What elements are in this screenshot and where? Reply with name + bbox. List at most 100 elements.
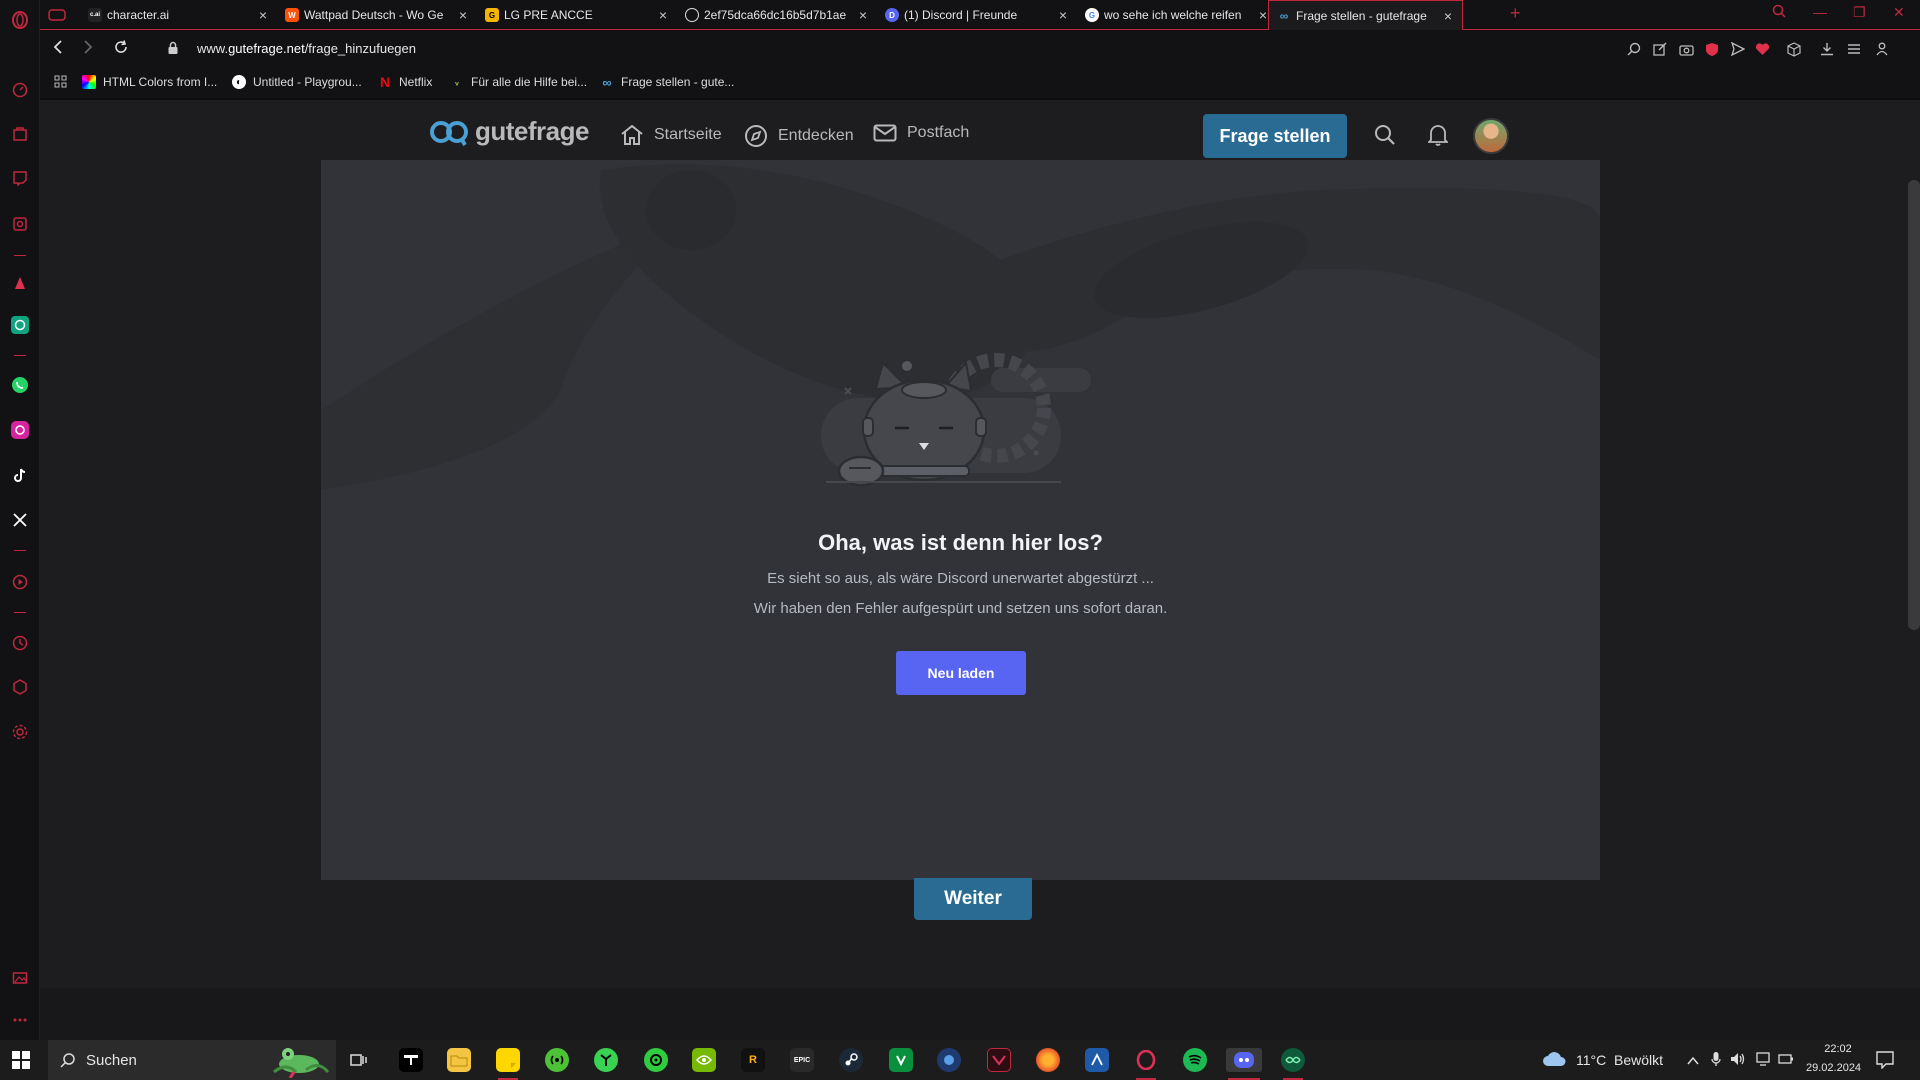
minimize-icon[interactable]: — — [1813, 4, 1827, 20]
cloud-weather-icon[interactable] — [1542, 1051, 1566, 1072]
tab-0[interactable]: c.ai character.ai × — [80, 0, 277, 30]
new-tab-button[interactable]: + — [1510, 3, 1521, 24]
history-icon[interactable] — [10, 633, 30, 653]
steam-icon[interactable] — [839, 1048, 863, 1072]
gx-corner-icon[interactable] — [10, 124, 30, 144]
windows-start-icon[interactable] — [12, 1051, 30, 1074]
close-window-icon[interactable]: ✕ — [1893, 4, 1905, 21]
bookmark-gutefrage[interactable]: ∞ Frage stellen - gute... — [600, 75, 734, 90]
volume-icon[interactable] — [1730, 1052, 1746, 1071]
workspace-icon[interactable] — [40, 0, 76, 30]
wallpaper-icon[interactable] — [10, 968, 30, 988]
nav-entdecken[interactable]: Entdecken — [744, 124, 854, 148]
whatsapp-icon[interactable] — [10, 375, 30, 395]
tab-4[interactable]: D (1) Discord | Freunde × — [877, 0, 1077, 30]
nav-postfach[interactable]: Postfach — [873, 124, 969, 142]
snapshot-icon[interactable] — [1678, 41, 1694, 57]
clock-time[interactable]: 22:02 — [1818, 1043, 1858, 1055]
tiktok-icon[interactable] — [10, 465, 30, 485]
tab-close-icon[interactable]: × — [1055, 7, 1071, 23]
gutefrage-logo[interactable]: gutefrage — [429, 116, 589, 147]
bookmarks-grid-icon[interactable] — [54, 75, 67, 88]
taskbar-app-icon[interactable] — [1085, 1048, 1109, 1072]
tab-1[interactable]: W Wattpad Deutsch - Wo Ge × — [277, 0, 477, 30]
tab-close-icon[interactable]: × — [455, 7, 471, 23]
nav-startseite[interactable]: Startseite — [620, 124, 722, 146]
bookmark-help[interactable]: ᵥ Für alle die Hilfe bei... — [450, 75, 587, 89]
tab-5[interactable]: G wo sehe ich welche reifen × — [1077, 0, 1277, 30]
gx-control-icon[interactable] — [10, 214, 30, 234]
lock-icon[interactable] — [167, 41, 179, 55]
reload-icon[interactable] — [114, 40, 128, 59]
tab-close-icon[interactable]: × — [855, 7, 871, 23]
discord-icon[interactable] — [1226, 1048, 1262, 1080]
x-twitter-icon[interactable] — [10, 510, 30, 530]
bookmark-html-colors[interactable]: HTML Colors from I... — [82, 75, 217, 89]
next-button[interactable]: Weiter — [914, 878, 1032, 920]
zoom-icon[interactable] — [1626, 41, 1642, 57]
settings-icon[interactable] — [10, 722, 30, 742]
nvidia-icon[interactable] — [692, 1048, 716, 1072]
instagram-icon[interactable] — [10, 420, 30, 440]
weather-condition[interactable]: Bewölkt — [1614, 1052, 1663, 1068]
send-icon[interactable] — [1730, 41, 1746, 57]
aria-icon[interactable] — [10, 273, 30, 293]
search-icon[interactable] — [1374, 124, 1396, 151]
chatgpt-icon[interactable] — [10, 315, 30, 335]
restore-icon[interactable]: ❐ — [1853, 4, 1866, 21]
taskbar-app-icon[interactable] — [644, 1048, 668, 1072]
taskbar-app-icon[interactable] — [594, 1048, 618, 1072]
heart-icon[interactable] — [1754, 41, 1770, 57]
epic-games-icon[interactable]: EPIC — [790, 1048, 814, 1072]
more-icon[interactable] — [10, 1010, 30, 1030]
taskbar-search-box[interactable]: Suchen — [48, 1040, 336, 1080]
adblock-shield-icon[interactable] — [1704, 41, 1720, 57]
forward-icon[interactable] — [82, 40, 94, 59]
opera-logo-icon[interactable] — [10, 10, 30, 30]
taskbar-app-icon[interactable] — [399, 1048, 423, 1072]
tab-2[interactable]: G LG PRE ANCCE × — [477, 0, 677, 30]
network-icon[interactable] — [1756, 1052, 1770, 1071]
notification-center-icon[interactable] — [1876, 1051, 1894, 1074]
page-scrollbar[interactable] — [1908, 180, 1920, 630]
ask-question-button[interactable]: Frage stellen — [1203, 114, 1347, 158]
opera-gx-icon[interactable] — [1134, 1048, 1158, 1080]
spotify-icon[interactable] — [1183, 1048, 1207, 1072]
extensions-icon[interactable] — [10, 677, 30, 697]
user-avatar[interactable] — [1473, 118, 1509, 154]
taskbar-app-icon[interactable] — [937, 1048, 961, 1072]
url-field[interactable]: www.gutefrage.net/frage_hinzufuegen — [197, 41, 416, 56]
battery-icon[interactable] — [1778, 1052, 1794, 1071]
chevron-up-icon[interactable] — [1687, 1053, 1699, 1071]
taskbar-app-icon[interactable] — [1281, 1048, 1305, 1080]
profile-icon[interactable] — [1874, 41, 1890, 57]
speed-dial-icon[interactable] — [10, 80, 30, 100]
file-explorer-icon[interactable] — [447, 1048, 471, 1072]
bookmark-playground[interactable]: ◐ Untitled - Playgrou... — [232, 75, 362, 89]
tab-3[interactable]: 2ef75dca66dc16b5d7b1ae × — [677, 0, 877, 30]
tab-search-icon[interactable] — [1772, 4, 1786, 21]
tab-close-icon[interactable]: × — [1440, 8, 1456, 24]
edit-icon[interactable] — [1652, 41, 1668, 57]
twitch-icon[interactable] — [10, 168, 30, 188]
bookmark-netflix[interactable]: N Netflix — [378, 74, 432, 90]
back-icon[interactable] — [52, 40, 64, 59]
tab-close-icon[interactable]: × — [655, 7, 671, 23]
microphone-icon[interactable] — [1711, 1051, 1721, 1072]
podcast-app-icon[interactable] — [545, 1048, 569, 1072]
menu-icon[interactable] — [1846, 41, 1862, 57]
notification-bell-icon[interactable] — [1426, 124, 1450, 151]
task-view-icon[interactable] — [347, 1048, 371, 1072]
cube-extension-icon[interactable] — [1786, 41, 1802, 57]
sticky-notes-icon[interactable] — [496, 1048, 520, 1080]
reload-button[interactable]: Neu laden — [896, 651, 1026, 695]
weather-temperature[interactable]: 11°C — [1576, 1052, 1606, 1068]
taskbar-app-icon[interactable] — [889, 1048, 913, 1072]
tab-6-active[interactable]: ∞ Frage stellen - gutefrage × — [1268, 0, 1463, 30]
clock-date[interactable]: 29.02.2024 — [1806, 1062, 1861, 1074]
rockstar-launcher-icon[interactable]: R — [741, 1048, 765, 1072]
taskbar-app-icon[interactable] — [987, 1048, 1011, 1072]
firefox-icon[interactable] — [1036, 1048, 1060, 1072]
download-icon[interactable] — [1819, 41, 1835, 57]
player-icon[interactable] — [10, 572, 30, 592]
